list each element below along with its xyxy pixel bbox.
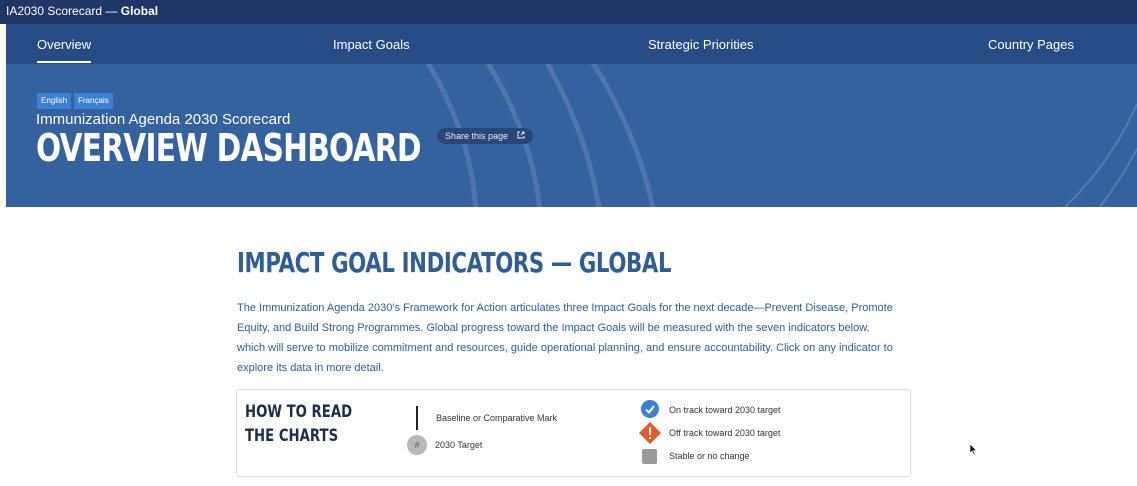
legend-target-label: 2030 Target	[435, 440, 483, 450]
legend-stable-label: Stable or no change	[669, 451, 750, 461]
baseline-mark-icon	[416, 406, 418, 430]
gray-square-icon	[642, 449, 657, 469]
external-link-icon	[514, 131, 525, 141]
share-page-button[interactable]: Share this page	[437, 128, 533, 144]
main-nav: Overview Impact Goals Strategic Prioriti…	[6, 24, 1137, 64]
window-title-bar: IA2030 Scorecard — Global	[0, 0, 1137, 24]
language-english-button[interactable]: English	[37, 93, 72, 109]
language-french-button[interactable]: Français	[74, 93, 113, 109]
hero-banner: English Français Immunization Agenda 203…	[6, 64, 1137, 207]
nav-tab-country-pages[interactable]: Country Pages	[988, 37, 1074, 52]
section-title: IMPACT GOAL INDICATORS — GLOBAL	[237, 246, 672, 279]
nav-tab-strategic-priorities[interactable]: Strategic Priorities	[648, 37, 753, 52]
section-intro: The Immunization Agenda 2030’s Framework…	[237, 302, 893, 374]
window-title-scope: Global	[120, 4, 159, 18]
legend-off-track-label: Off track toward 2030 target	[669, 428, 781, 438]
exclamation-diamond-icon	[639, 422, 661, 449]
page-title: OVERVIEW DASHBOARD	[36, 126, 421, 170]
chart-legend-panel: HOW TO READ THE CHARTS Baseline or Compa…	[236, 389, 911, 477]
legend-title: HOW TO READ THE CHARTS	[245, 402, 353, 446]
legend-baseline-label: Baseline or Comparative Mark	[436, 413, 558, 423]
legend-on-track-label: On track toward 2030 target	[669, 405, 781, 415]
nav-tab-overview[interactable]: Overview	[37, 37, 92, 63]
mouse-cursor-icon	[969, 443, 978, 461]
window-title-prefix: IA2030 Scorecard —	[6, 4, 121, 18]
target-badge-icon: #	[407, 435, 427, 455]
share-label: Share this page	[445, 131, 509, 141]
nav-tab-impact-goals[interactable]: Impact Goals	[333, 37, 410, 52]
check-circle-icon	[641, 400, 659, 423]
